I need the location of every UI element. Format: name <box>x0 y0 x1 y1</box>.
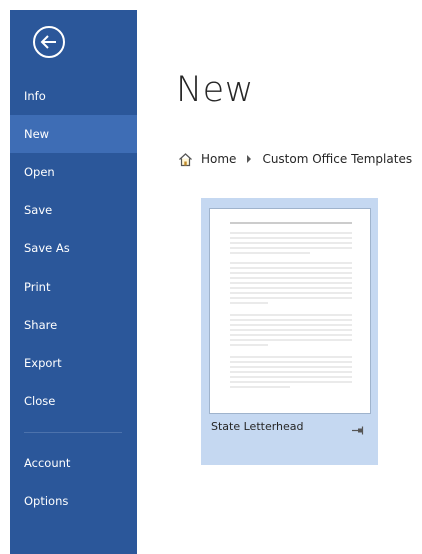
back-button[interactable] <box>32 25 66 59</box>
nav-item-export[interactable]: Export <box>10 344 137 382</box>
template-name: State Letterhead <box>211 420 304 433</box>
nav-item-close[interactable]: Close <box>10 382 137 420</box>
breadcrumb: Home Custom Office Templates <box>178 150 412 168</box>
home-icon <box>179 152 192 166</box>
nav-divider <box>24 432 122 433</box>
nav-item-save-as[interactable]: Save As <box>10 229 137 267</box>
back-arrow-icon <box>33 26 65 58</box>
chevron-right-icon <box>247 155 252 163</box>
nav-item-info[interactable]: Info <box>10 77 137 115</box>
nav-item-new[interactable]: New <box>10 115 137 153</box>
nav-item-account[interactable]: Account <box>10 444 137 482</box>
nav-item-save[interactable]: Save <box>10 191 137 229</box>
pin-icon[interactable] <box>352 426 365 435</box>
nav-item-share[interactable]: Share <box>10 306 137 344</box>
nav-item-open[interactable]: Open <box>10 153 137 191</box>
document-preview <box>230 222 352 388</box>
breadcrumb-home[interactable]: Home <box>201 152 236 166</box>
page-title: New <box>176 70 254 110</box>
template-tile[interactable]: State Letterhead <box>201 198 378 465</box>
nav-item-print[interactable]: Print <box>10 268 137 306</box>
template-thumbnail <box>209 208 371 414</box>
backstage-sidebar: Info New Open Save Save As Print Share E… <box>10 10 137 554</box>
breadcrumb-current[interactable]: Custom Office Templates <box>262 152 412 166</box>
nav-item-options[interactable]: Options <box>10 482 137 520</box>
